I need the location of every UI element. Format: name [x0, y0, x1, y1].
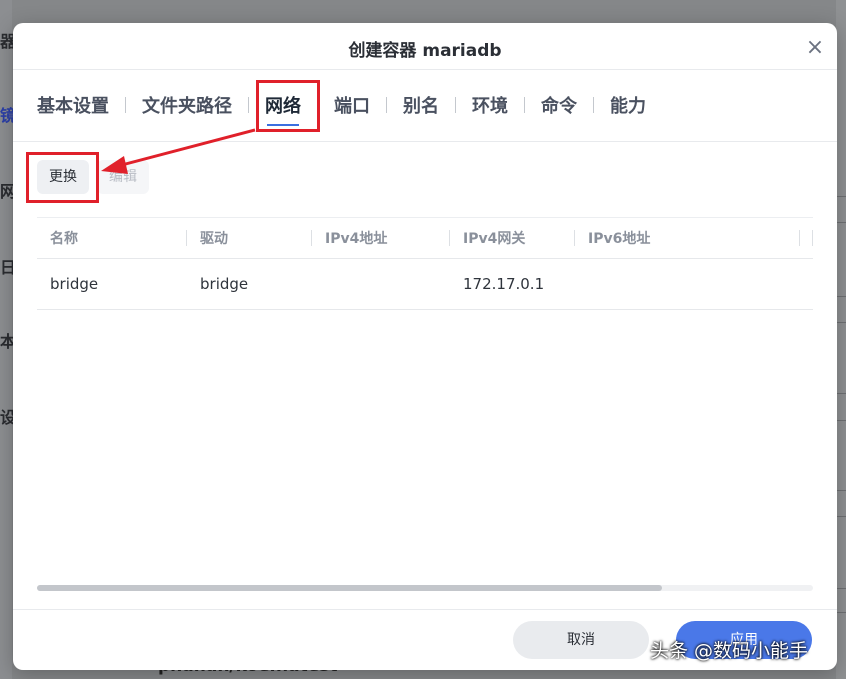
annotation-arrow	[101, 128, 256, 174]
arrow-shaft	[117, 128, 256, 168]
watermark: 头条 @数码小能手	[650, 640, 809, 662]
arrow-head	[101, 156, 128, 174]
